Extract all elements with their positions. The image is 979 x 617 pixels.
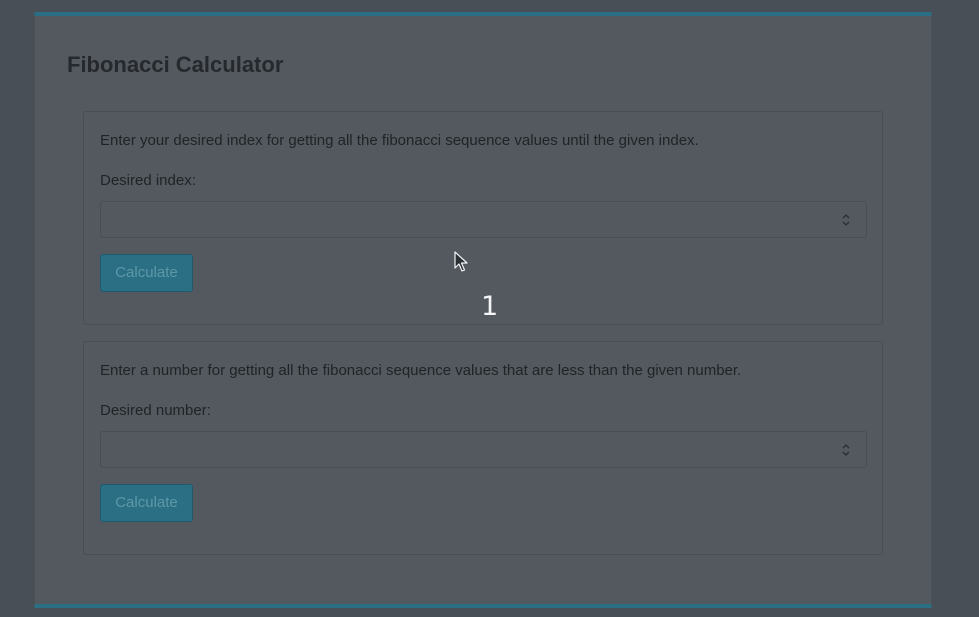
number-label: Desired number: xyxy=(100,402,211,419)
index-label: Desired index: xyxy=(100,172,196,189)
index-description: Enter your desired index for getting all… xyxy=(100,132,699,149)
index-input[interactable] xyxy=(100,201,867,238)
spinner-arrows-icon[interactable] xyxy=(840,212,852,228)
mouse-pointer-icon xyxy=(454,251,468,272)
calculate-index-button[interactable]: Calculate xyxy=(100,254,193,292)
calculate-number-button[interactable]: Calculate xyxy=(100,484,193,522)
step-number-overlay: 1 xyxy=(481,291,499,322)
number-description: Enter a number for getting all the fibon… xyxy=(100,362,742,379)
page-title: Fibonacci Calculator xyxy=(67,52,284,77)
spinner-arrows-icon[interactable] xyxy=(840,442,852,458)
number-section: Enter a number for getting all the fibon… xyxy=(83,341,883,555)
number-input[interactable] xyxy=(100,431,867,468)
